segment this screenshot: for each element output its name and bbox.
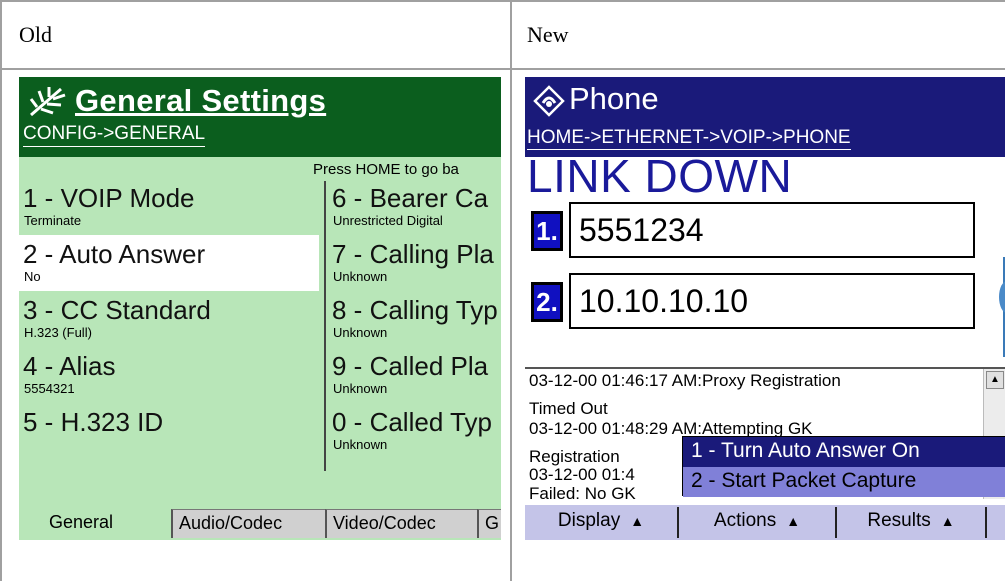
setting-label: 7 - Calling Pla	[332, 239, 494, 269]
setting-value: Unknown	[333, 325, 388, 340]
tab-g[interactable]: G	[477, 509, 501, 538]
softkey-label: Display	[557, 510, 621, 531]
old-title-bar: General Settings CONFIG->GENERAL	[19, 77, 501, 157]
home-hint: Press HOME to go ba	[313, 161, 459, 178]
up-arrow-icon: ▲	[786, 513, 801, 529]
softkey-label: Results	[867, 510, 931, 531]
setting-value: H.323 (Full)	[24, 325, 92, 340]
setting-label: 9 - Called Pla	[332, 351, 489, 381]
new-title-bar: Phone HOME->ETHERNET->VOIP->PHONE	[525, 77, 1005, 157]
setting-label: 1 - VOIP Mode	[23, 183, 195, 213]
setting-value: Terminate	[24, 213, 82, 228]
setting-cc-standard[interactable]: 3 - CC Standard H.323 (Full)	[19, 291, 319, 347]
log-line: Failed: No GK	[529, 484, 636, 503]
phone-icon	[533, 85, 565, 117]
tab-video-codec[interactable]: Video/Codec	[325, 509, 477, 538]
page-title: General Settings	[75, 83, 327, 118]
line-1-badge: 1.	[531, 211, 563, 251]
softkey-results[interactable]: Results ▲	[837, 507, 987, 538]
setting-called-type[interactable]: 0 - Called Typ Unknown	[332, 403, 501, 459]
tab-general[interactable]: General	[19, 505, 171, 540]
setting-label: 4 - Alias	[23, 351, 116, 381]
handset-icon	[999, 257, 1005, 357]
setting-label: 6 - Bearer Ca	[332, 183, 489, 213]
setting-calling-type[interactable]: 8 - Calling Typ Unknown	[332, 291, 501, 347]
log-line: 03-12-00 01:46:17 AM:Proxy Registration	[529, 371, 841, 390]
setting-auto-answer[interactable]: 2 - Auto Answer No	[19, 235, 319, 291]
column-divider	[324, 181, 326, 471]
setting-label: 8 - Calling Typ	[332, 295, 498, 325]
softkey-bar: Display ▲ Actions ▲ Results ▲	[525, 505, 1005, 540]
softkey-display[interactable]: Display ▲	[525, 507, 679, 538]
actions-popup-menu: 1 - Turn Auto Answer On 2 - Start Packet…	[682, 436, 1005, 497]
setting-calling-plan[interactable]: 7 - Calling Pla Unknown	[332, 235, 501, 291]
table-header-divider	[0, 68, 1005, 70]
right-settings-list: 6 - Bearer Ca Unrestricted Digital 7 - C…	[332, 179, 501, 459]
line-2-number-field[interactable]: 10.10.10.10	[569, 273, 975, 329]
setting-value: No	[24, 269, 41, 284]
setting-alias[interactable]: 4 - Alias 5554321	[19, 347, 319, 403]
breadcrumb: CONFIG->GENERAL	[23, 123, 206, 147]
log-line: Timed Out	[529, 399, 608, 418]
left-settings-list: 1 - VOIP Mode Terminate 2 - Auto Answer …	[19, 179, 319, 459]
softkey-actions[interactable]: Actions ▲	[679, 507, 837, 538]
table-border-left	[0, 0, 2, 581]
header-old: Old	[19, 22, 52, 47]
scroll-up-arrow-icon[interactable]: ▲	[986, 371, 1004, 389]
setting-label: 3 - CC Standard	[23, 295, 211, 325]
link-status: LINK DOWN	[527, 150, 793, 202]
menu-item-start-packet-capture[interactable]: 2 - Start Packet Capture	[683, 467, 1005, 497]
setting-voip-mode[interactable]: 1 - VOIP Mode Terminate	[19, 179, 319, 235]
log-line: 03-12-00 01:4	[529, 465, 635, 484]
breadcrumb: HOME->ETHERNET->VOIP->PHONE	[527, 127, 851, 150]
up-arrow-icon: ▲	[940, 513, 955, 529]
line-1-number-field[interactable]: 5551234	[569, 202, 975, 258]
setting-value: Unrestricted Digital	[333, 213, 443, 228]
table-column-divider	[510, 0, 512, 581]
page-title: Phone	[569, 81, 659, 116]
log-line: Registration	[529, 447, 620, 466]
line-2-badge: 2.	[531, 282, 563, 322]
softkey-label: Actions	[713, 510, 777, 531]
up-arrow-icon: ▲	[630, 513, 645, 529]
table-border-top	[0, 0, 1005, 2]
setting-label: 0 - Called Typ	[332, 407, 492, 437]
setting-value: 5554321	[24, 381, 75, 396]
setting-value: Unknown	[333, 269, 388, 284]
setting-h323-id[interactable]: 5 - H.323 ID	[19, 403, 319, 459]
tab-audio-codec[interactable]: Audio/Codec	[171, 509, 325, 538]
tab-bar: General Audio/Codec Video/Codec G	[19, 505, 501, 540]
old-screen: General Settings CONFIG->GENERAL Press H…	[19, 77, 501, 540]
setting-called-plan[interactable]: 9 - Called Pla Unknown	[332, 347, 501, 403]
setting-value: Unknown	[333, 381, 388, 396]
settings-leaf-icon	[29, 87, 66, 117]
setting-bearer-capability[interactable]: 6 - Bearer Ca Unrestricted Digital	[332, 179, 501, 235]
menu-item-turn-auto-answer-on[interactable]: 1 - Turn Auto Answer On	[683, 437, 1005, 467]
setting-label: 5 - H.323 ID	[23, 407, 164, 437]
setting-value: Unknown	[333, 437, 388, 452]
new-screen: Phone HOME->ETHERNET->VOIP->PHONE LINK D…	[525, 77, 1005, 540]
setting-label: 2 - Auto Answer	[23, 239, 206, 269]
header-new: New	[527, 22, 569, 47]
